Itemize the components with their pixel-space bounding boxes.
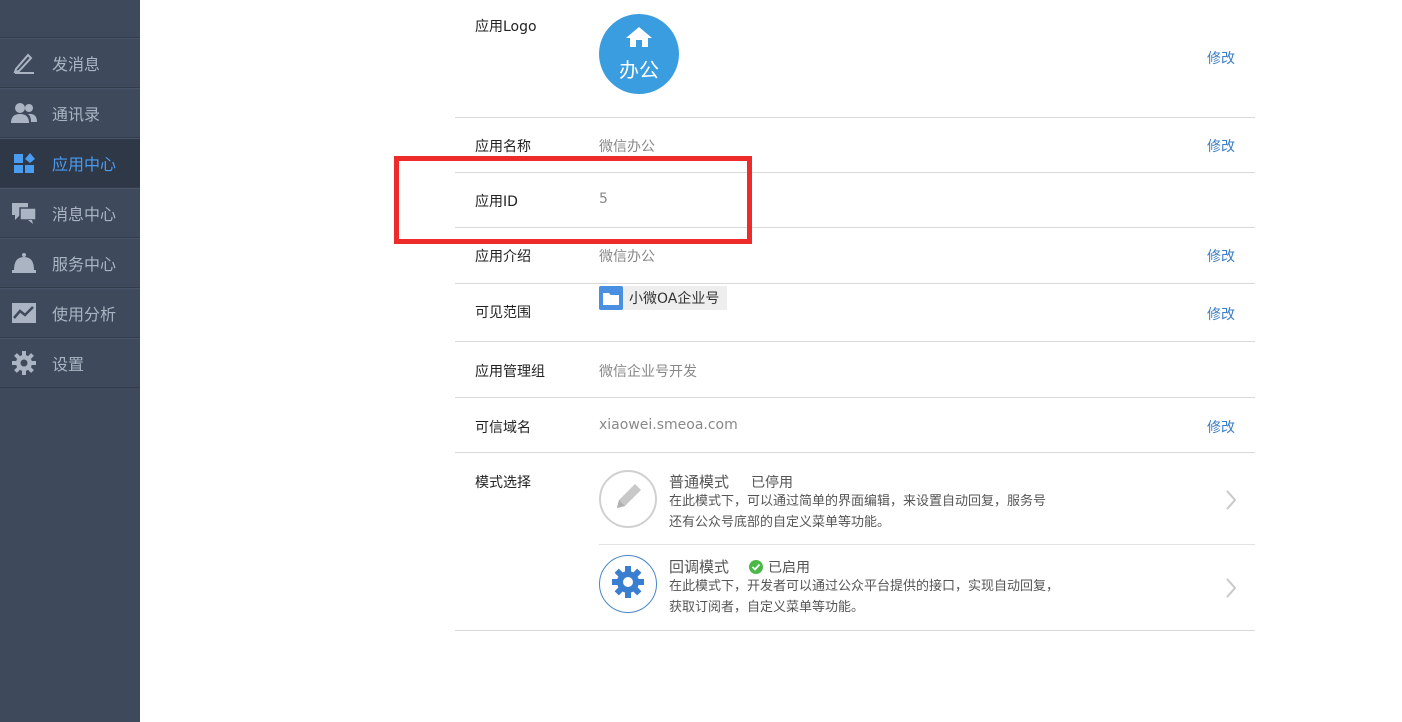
folder-icon: [599, 286, 623, 310]
mode-option-normal[interactable]: 普通模式 已停用 在此模式下，可以通过简单的界面编辑，来设置自动回复，服务号 还有…: [599, 453, 1255, 545]
mode-option-callback[interactable]: 回调模式 已启用 在此模式下，开发者可以通过公众平台提供的接口，实现自动回复， …: [599, 545, 1255, 631]
gear-icon: [11, 350, 37, 376]
sidebar-item-app-center[interactable]: 应用中心: [0, 138, 140, 188]
sidebar-item-label: 服务中心: [52, 255, 117, 274]
contacts-icon: [11, 100, 37, 126]
chevron-right-icon[interactable]: [1225, 489, 1237, 515]
mode-callback-status: 已启用: [768, 559, 811, 576]
sidebar-top: [0, 0, 140, 38]
mode-callback-circle: [599, 555, 657, 613]
edit-intro-link[interactable]: 修改: [1207, 246, 1235, 266]
app-name-value: 微信办公: [599, 139, 655, 155]
sidebar-item-settings[interactable]: 设置: [0, 338, 140, 388]
app-logo: 办公: [599, 14, 679, 94]
chat-icon: [11, 200, 37, 226]
gear-icon: [612, 566, 644, 602]
row-admin-group: 应用管理组 微信企业号开发: [455, 342, 1255, 398]
sidebar-item-analytics[interactable]: 使用分析: [0, 288, 140, 338]
bell-icon: [11, 250, 37, 276]
edit-name-link[interactable]: 修改: [1207, 136, 1235, 156]
edit-domain-link[interactable]: 修改: [1207, 417, 1235, 437]
sidebar-item-label: 使用分析: [52, 305, 117, 324]
scope-tag: 小微OA企业号: [599, 286, 728, 310]
trusted-domain-value: xiaowei.smeoa.com: [599, 417, 738, 433]
mode-callback-title-line: 回调模式 已启用: [669, 556, 810, 577]
admin-group-label: 应用管理组: [475, 364, 545, 380]
sidebar-item-contacts[interactable]: 通讯录: [0, 88, 140, 138]
sidebar-item-service-center[interactable]: 服务中心: [0, 238, 140, 288]
row-mode-select: 模式选择 普通模式 已停用 在此模式下，可以通过简单的界面编辑，来设置自动回复，服…: [455, 453, 1255, 631]
edit-logo-link[interactable]: 修改: [1207, 48, 1235, 68]
mode-normal-desc-line1: 在此模式下，可以通过简单的界面编辑，来设置自动回复，服务号: [669, 494, 1047, 509]
sidebar: 发消息 通讯录 应用中心 消息中心 服务中心 使用分析 设置: [0, 0, 140, 722]
apps-icon: [11, 150, 37, 176]
app-intro-label: 应用介绍: [475, 249, 531, 265]
mode-normal-desc-line2: 还有公众号底部的自定义菜单等功能。: [669, 515, 891, 530]
visible-scope-label: 可见范围: [475, 305, 531, 321]
sidebar-item-send-message[interactable]: 发消息: [0, 38, 140, 88]
mode-normal-desc: 在此模式下，可以通过简单的界面编辑，来设置自动回复，服务号 还有公众号底部的自定…: [669, 491, 1109, 533]
sidebar-item-label: 消息中心: [52, 205, 117, 224]
app-logo-text: 办公: [619, 57, 659, 82]
row-app-id: 应用ID 5: [455, 173, 1255, 228]
chart-icon: [11, 300, 37, 326]
sidebar-item-label: 设置: [52, 355, 85, 374]
row-app-name: 应用名称 微信办公 修改: [455, 118, 1255, 173]
app-intro-value: 微信办公: [599, 249, 655, 265]
check-circle-icon: [749, 559, 764, 574]
mode-normal-title-line: 普通模式 已停用: [669, 471, 793, 492]
row-app-logo: 应用Logo 办公 修改: [455, 0, 1255, 118]
app-detail-panel: 应用Logo 办公 修改 应用名称 微信办公 修改 应用ID 5 应用介绍 微信…: [455, 0, 1255, 631]
app-logo-label: 应用Logo: [475, 19, 537, 35]
sidebar-item-label: 应用中心: [52, 155, 117, 174]
row-trusted-domain: 可信域名 xiaowei.smeoa.com 修改: [455, 398, 1255, 453]
row-visible-scope: 可见范围 小微OA企业号 修改: [455, 284, 1255, 342]
sidebar-item-label: 通讯录: [52, 105, 101, 124]
admin-group-value: 微信企业号开发: [599, 364, 697, 380]
trusted-domain-label: 可信域名: [475, 420, 531, 436]
mode-normal-circle: [599, 470, 657, 528]
pencil-icon: [611, 480, 645, 518]
app-name-label: 应用名称: [475, 139, 531, 155]
app-id-value: 5: [599, 191, 608, 207]
row-app-intro: 应用介绍 微信办公 修改: [455, 228, 1255, 284]
mode-callback-desc-line1: 在此模式下，开发者可以通过公众平台提供的接口，实现自动回复，: [669, 579, 1060, 594]
app-id-label: 应用ID: [475, 194, 518, 210]
mode-normal-title: 普通模式: [669, 473, 730, 491]
home-icon: [625, 26, 653, 52]
chevron-right-icon[interactable]: [1225, 577, 1237, 603]
mode-callback-desc: 在此模式下，开发者可以通过公众平台提供的接口，实现自动回复， 获取订阅者，自定义…: [669, 576, 1129, 618]
mode-select-label: 模式选择: [475, 475, 531, 491]
pencil-icon: [11, 50, 37, 76]
mode-normal-status: 已停用: [751, 475, 794, 491]
scope-tag-text: 小微OA企业号: [629, 291, 720, 307]
edit-scope-link[interactable]: 修改: [1207, 304, 1235, 324]
sidebar-item-message-center[interactable]: 消息中心: [0, 188, 140, 238]
mode-callback-title: 回调模式: [669, 558, 730, 576]
mode-callback-desc-line2: 获取订阅者，自定义菜单等功能。: [669, 600, 865, 615]
sidebar-item-label: 发消息: [52, 55, 101, 74]
